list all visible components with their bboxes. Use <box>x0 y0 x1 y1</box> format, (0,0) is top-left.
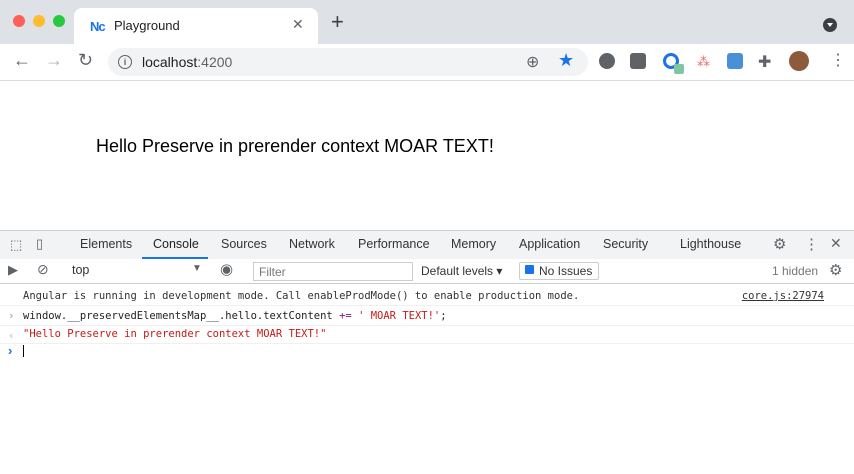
input-code: window.__preservedElementsMap__.hello.te… <box>23 310 447 322</box>
context-value: top <box>72 263 90 277</box>
browser-toolbar: ← → ↻ i localhost:4200 ⊕ ★ ⁂ ✚ ⋮ <box>0 44 854 81</box>
maximize-window-button[interactable] <box>53 15 65 27</box>
tab-network[interactable]: Network <box>289 237 335 251</box>
avatar[interactable] <box>789 51 809 71</box>
issues-button[interactable]: No Issues <box>519 262 599 280</box>
reload-icon[interactable]: ↻ <box>78 50 93 71</box>
console-toolbar: ▶︎ ⊘ top ▼ ◉ Filter Default levels ▾ No … <box>0 259 854 284</box>
extension-circle-icon[interactable] <box>599 53 615 69</box>
device-toolbar-icon[interactable]: ▯ <box>36 236 43 252</box>
new-tab-button[interactable]: + <box>331 11 344 33</box>
zoom-icon[interactable]: ⊕ <box>526 52 539 72</box>
tab-title: Playground <box>114 18 180 33</box>
inspect-element-icon[interactable]: ⬚ <box>10 237 22 253</box>
settings-gear-icon[interactable]: ⚙ <box>773 235 786 253</box>
more-options-icon[interactable]: ⋮ <box>804 235 819 253</box>
close-window-button[interactable] <box>13 15 25 27</box>
browser-tab[interactable]: Nc Playground ✕ <box>74 8 318 44</box>
text-cursor <box>23 345 24 357</box>
extension-blue-square-icon[interactable] <box>727 53 743 69</box>
tab-memory[interactable]: Memory <box>451 237 496 251</box>
log-text: Angular is running in development mode. … <box>23 290 580 302</box>
hidden-count: 1 hidden <box>772 264 819 278</box>
extensions-puzzle-icon[interactable]: ✚ <box>758 52 771 72</box>
back-arrow-icon[interactable]: ← <box>13 50 31 71</box>
console-result-line: ‹ "Hello Preserve in prerender context M… <box>0 325 854 344</box>
devtools-tab-bar: ⬚ ▯ Elements Console Sources Network Per… <box>0 230 854 260</box>
tab-sources[interactable]: Sources <box>221 237 267 251</box>
context-selector[interactable]: top ▼ <box>62 262 210 280</box>
console-prompt[interactable]: › <box>0 343 854 359</box>
info-icon[interactable]: i <box>118 55 132 69</box>
tab-performance[interactable]: Performance <box>358 237 430 251</box>
filter-input[interactable]: Filter <box>253 262 413 281</box>
issues-icon <box>525 265 534 274</box>
live-expression-eye-icon[interactable]: ◉ <box>220 260 233 278</box>
bookmark-star-icon[interactable]: ★ <box>558 50 574 71</box>
tab-security[interactable]: Security <box>603 237 648 251</box>
angular-favicon-icon: Nc <box>90 19 106 34</box>
prompt-chevron-icon: › <box>8 343 13 358</box>
forward-arrow-icon[interactable]: → <box>45 50 63 71</box>
clear-console-icon[interactable]: ⊘ <box>37 261 49 278</box>
filter-placeholder: Filter <box>259 265 286 279</box>
input-chevron-icon: › <box>8 309 15 322</box>
url-text: localhost:4200 <box>142 54 233 70</box>
log-levels-dropdown[interactable]: Default levels ▾ <box>421 264 502 278</box>
tab-strip: Nc Playground ✕ + <box>0 0 854 44</box>
chevron-down-icon: ▼ <box>192 263 202 274</box>
tab-application[interactable]: Application <box>519 237 580 251</box>
result-arrow-icon: ‹ <box>8 329 15 342</box>
address-bar[interactable]: i localhost:4200 ⊕ ★ <box>108 48 588 76</box>
tab-lighthouse[interactable]: Lighthouse <box>680 237 741 251</box>
sidebar-toggle-icon[interactable]: ▶︎ <box>8 262 18 278</box>
close-devtools-icon[interactable]: ✕ <box>830 235 842 252</box>
close-icon[interactable]: ✕ <box>292 16 304 33</box>
result-value: "Hello Preserve in prerender context MOA… <box>23 328 327 340</box>
minimize-window-button[interactable] <box>33 15 45 27</box>
more-menu-icon[interactable]: ⋮ <box>830 50 846 70</box>
console-message-info: Angular is running in development mode. … <box>0 285 854 306</box>
hello-text: Hello Preserve in prerender context MOAR… <box>96 136 494 156</box>
asana-icon[interactable]: ⁂ <box>697 54 710 70</box>
tab-console[interactable]: Console <box>153 237 199 251</box>
extension-badge-icon <box>674 64 684 74</box>
issues-label: No Issues <box>539 264 593 278</box>
console-input-line: › window.__preservedElementsMap__.hello.… <box>0 305 854 326</box>
source-link[interactable]: core.js:27974 <box>742 290 824 302</box>
extension-puzzle-dark-icon[interactable] <box>630 53 646 69</box>
console-settings-gear-icon[interactable]: ⚙ <box>829 261 842 279</box>
tab-elements[interactable]: Elements <box>80 237 132 251</box>
tab-search-icon[interactable] <box>823 18 837 32</box>
